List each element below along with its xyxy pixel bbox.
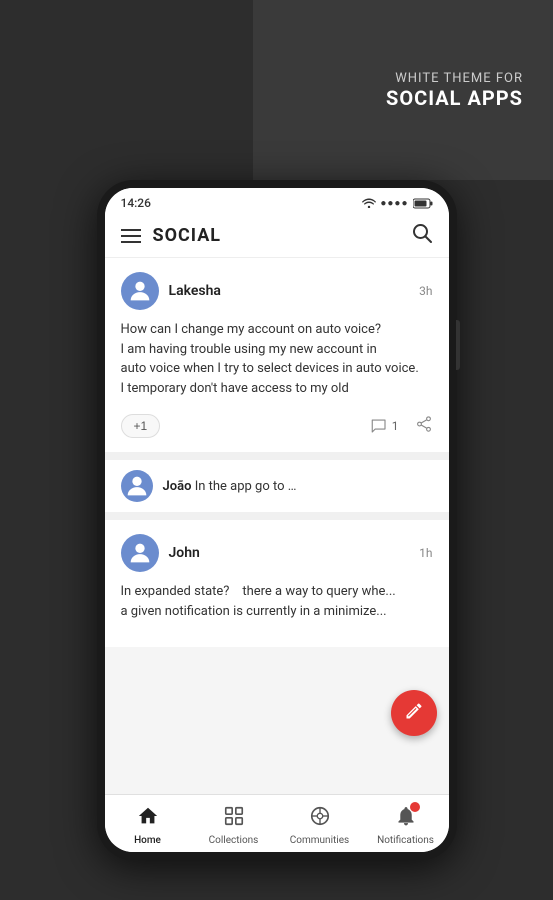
app-bar-left: SOCIAL (121, 225, 222, 246)
notification-badge (409, 801, 421, 813)
theme-subtitle: WHITE THEME FOR (395, 71, 523, 86)
wifi-icon (362, 198, 376, 208)
home-icon (137, 805, 159, 833)
post-header: Lakesha 3h (121, 272, 433, 310)
fab-compose-button[interactable] (391, 690, 437, 736)
post-2-time: 1h (419, 546, 432, 560)
post-text: How can I change my account on auto voic… (121, 320, 433, 398)
menu-button[interactable] (121, 229, 141, 243)
post-time: 3h (419, 284, 432, 298)
battery-icon (413, 198, 433, 209)
bottom-nav: Home Collections (105, 794, 449, 852)
nav-item-communities[interactable]: Communities (277, 803, 363, 848)
compose-icon (404, 701, 424, 726)
post-card-2: John 1h In expanded state? there a way t… (105, 520, 449, 647)
share-button[interactable] (415, 415, 433, 437)
comment-icon (370, 417, 388, 435)
app-title: SOCIAL (153, 225, 222, 246)
avatar (121, 272, 159, 310)
nav-label-communities: Communities (290, 835, 349, 846)
reply-text: João In the app go to … (163, 479, 297, 494)
nav-item-home[interactable]: Home (105, 803, 191, 848)
signal-dots: ●●●● (380, 198, 408, 209)
post-username: Lakesha (169, 283, 221, 299)
collections-icon (223, 805, 245, 833)
post-actions: +1 1 (121, 410, 433, 438)
reply-avatar (121, 470, 153, 502)
phone-screen: 14:26 ●●●● (105, 188, 449, 852)
status-icons: ●●●● (362, 198, 432, 209)
post-2-avatar (121, 534, 159, 572)
notifications-icon (395, 805, 417, 833)
share-icon (415, 415, 433, 433)
post-2-text: In expanded state? there a way to query … (121, 582, 433, 621)
status-bar: 14:26 ●●●● (105, 188, 449, 214)
reply-username: João (163, 479, 192, 494)
search-button[interactable] (411, 222, 433, 249)
side-button (456, 320, 460, 370)
nav-item-notifications[interactable]: Notifications (363, 803, 449, 848)
nav-label-home: Home (134, 835, 161, 846)
nav-label-collections: Collections (209, 835, 259, 846)
plus-one-button[interactable]: +1 (121, 414, 161, 438)
status-time: 14:26 (121, 196, 151, 210)
comment-button[interactable]: 1 (370, 417, 399, 435)
phone-frame: 14:26 ●●●● (97, 180, 457, 860)
communities-icon (309, 805, 331, 833)
comment-count: 1 (392, 419, 399, 433)
theme-header: WHITE THEME FOR SOCIAL APPS (253, 0, 553, 180)
post-2-username: John (169, 545, 200, 561)
post-2-header: John 1h (121, 534, 433, 572)
post-2-user: John (121, 534, 200, 572)
nav-label-notifications: Notifications (377, 835, 434, 846)
theme-title: SOCIAL APPS (386, 86, 523, 110)
reply-row: João In the app go to … (105, 460, 449, 520)
post-user: Lakesha (121, 272, 221, 310)
app-bar: SOCIAL (105, 214, 449, 258)
post-card: Lakesha 3h How can I change my account o… (105, 258, 449, 460)
nav-item-collections[interactable]: Collections (191, 803, 277, 848)
